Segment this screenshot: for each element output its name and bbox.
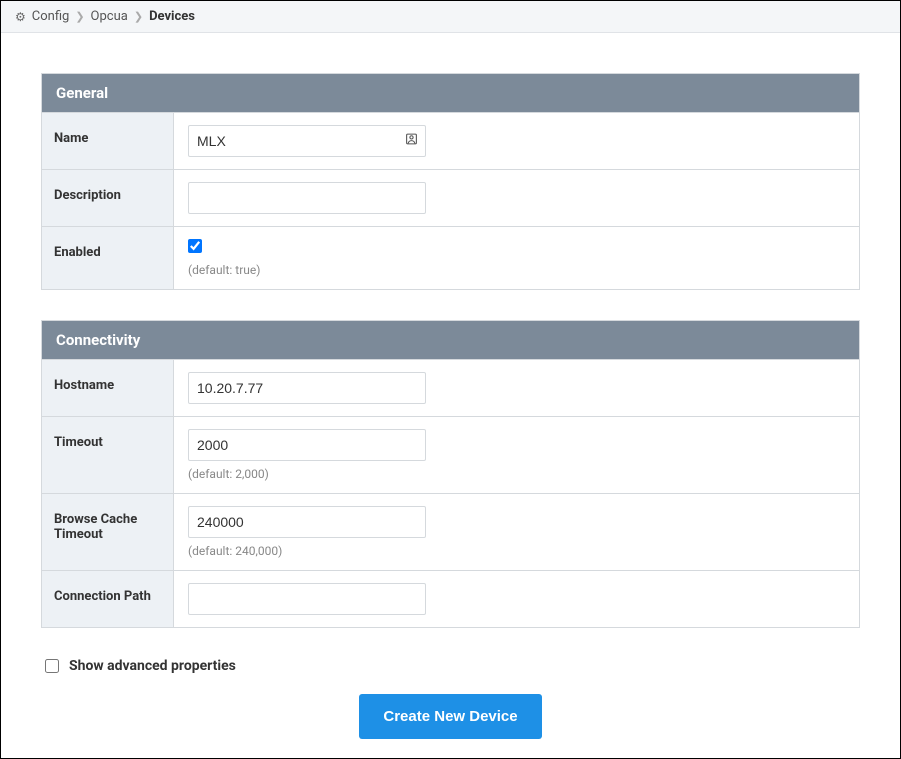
section-connectivity: Connectivity Hostname Timeout (default: … [41,320,860,628]
field-row-connection-path: Connection Path [42,570,859,627]
field-label-hostname: Hostname [42,360,174,416]
field-label-name: Name [42,113,174,169]
field-label-description: Description [42,170,174,226]
connection-path-input[interactable] [188,583,426,615]
breadcrumb-item-config[interactable]: Config [32,9,70,24]
field-value-timeout: (default: 2,000) [174,417,859,493]
field-label-enabled: Enabled [42,227,174,289]
chevron-right-icon: ❯ [75,10,84,23]
field-label-timeout: Timeout [42,417,174,493]
field-value-connection-path [174,571,859,627]
main-content: General Name Description [1,33,900,759]
field-value-browse-cache-timeout: (default: 240,000) [174,494,859,570]
enabled-checkbox[interactable] [188,239,202,253]
browse-cache-timeout-input[interactable] [188,506,426,538]
field-row-hostname: Hostname [42,359,859,416]
advanced-properties-checkbox[interactable] [45,659,59,673]
field-value-enabled: (default: true) [174,227,859,289]
description-input[interactable] [188,182,426,214]
field-row-description: Description [42,169,859,226]
gear-icon: ⚙ [15,10,26,24]
advanced-properties-label: Show advanced properties [69,658,236,674]
advanced-properties-row: Show advanced properties [41,658,860,674]
hostname-input[interactable] [188,372,426,404]
field-value-hostname [174,360,859,416]
field-row-name: Name [42,112,859,169]
section-header-general: General [42,74,859,112]
button-row: Create New Device [41,694,860,739]
field-row-enabled: Enabled (default: true) [42,226,859,289]
breadcrumb-current: Devices [149,9,195,24]
breadcrumb: ⚙ Config ❯ Opcua ❯ Devices [1,1,900,33]
timeout-input[interactable] [188,429,426,461]
name-input[interactable] [188,125,426,157]
browse-cache-timeout-hint: (default: 240,000) [188,544,845,558]
field-value-name [174,113,859,169]
field-label-browse-cache-timeout: Browse Cache Timeout [42,494,174,570]
field-value-description [174,170,859,226]
field-row-browse-cache-timeout: Browse Cache Timeout (default: 240,000) [42,493,859,570]
timeout-hint: (default: 2,000) [188,467,845,481]
breadcrumb-item-opcua[interactable]: Opcua [91,9,128,24]
field-label-connection-path: Connection Path [42,571,174,627]
field-row-timeout: Timeout (default: 2,000) [42,416,859,493]
chevron-right-icon: ❯ [134,10,143,23]
enabled-hint: (default: true) [188,263,845,277]
section-header-connectivity: Connectivity [42,321,859,359]
section-general: General Name Description [41,73,860,290]
create-new-device-button[interactable]: Create New Device [359,694,541,739]
